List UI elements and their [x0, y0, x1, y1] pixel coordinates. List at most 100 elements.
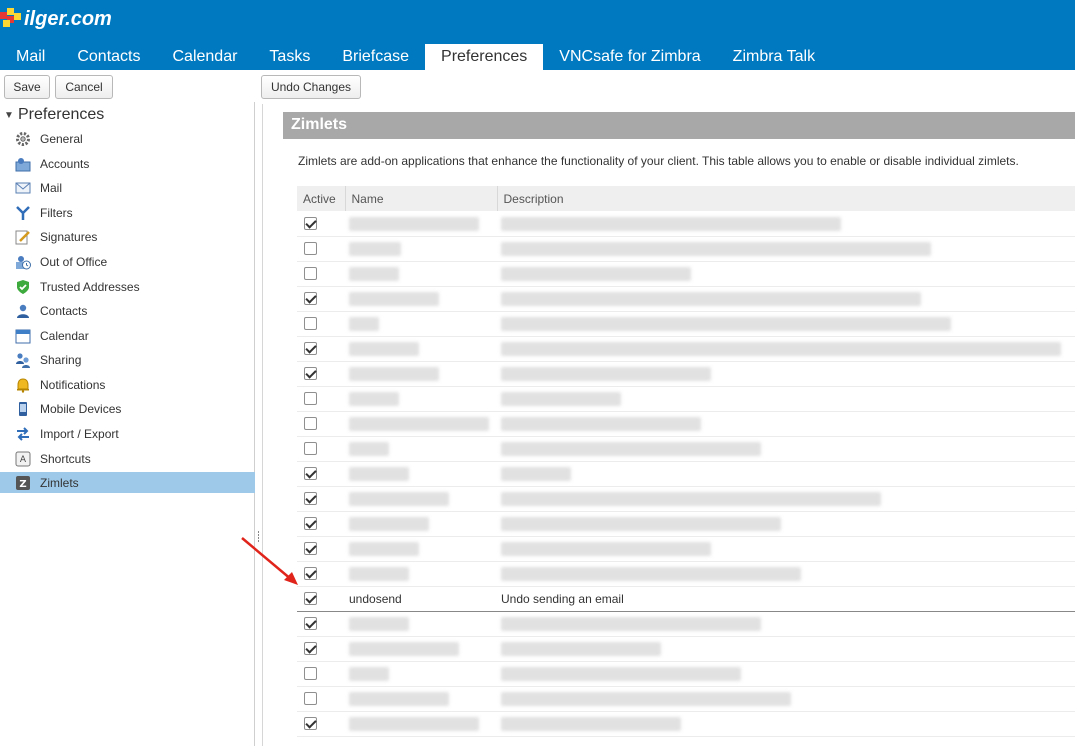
logo-mark-icon [0, 8, 22, 30]
table-row[interactable] [297, 561, 1075, 587]
sidebar-item-label: Trusted Addresses [40, 279, 140, 294]
sidebar-item-sharing[interactable]: Sharing [0, 349, 255, 370]
zimlet-description [497, 411, 1075, 437]
redacted-name [349, 491, 449, 506]
sidebar-item-mobile-devices[interactable]: Mobile Devices [0, 398, 255, 419]
active-checkbox[interactable] [304, 242, 317, 255]
tab-preferences[interactable]: Preferences [425, 44, 544, 70]
redacted-description [501, 291, 921, 306]
table-row[interactable] [297, 286, 1075, 312]
active-checkbox[interactable] [304, 642, 317, 655]
tab-briefcase[interactable]: Briefcase [326, 44, 425, 70]
zimlets-table-body: undosend Undo sending an email [297, 211, 1075, 737]
table-row[interactable] [297, 661, 1075, 687]
sidebar-item-accounts[interactable]: Accounts [0, 153, 255, 174]
table-row[interactable] [297, 261, 1075, 287]
sidebar-item-label: General [40, 131, 83, 146]
preferences-sidebar: ▼ Preferences General Accounts Mail Filt… [0, 102, 255, 746]
active-cell [297, 711, 345, 737]
active-checkbox[interactable] [304, 492, 317, 505]
main-toolbar: Undo Changes [255, 70, 1075, 104]
active-cell [297, 611, 345, 637]
active-checkbox[interactable] [304, 567, 317, 580]
sidebar-item-calendar[interactable]: Calendar [0, 325, 255, 346]
table-row[interactable] [297, 311, 1075, 337]
table-row[interactable] [297, 436, 1075, 462]
sidebar-item-notifications[interactable]: Notifications [0, 374, 255, 395]
tab-vncsafe[interactable]: VNCsafe for Zimbra [543, 44, 716, 70]
table-row[interactable] [297, 211, 1075, 237]
import-export-icon [15, 426, 31, 442]
redacted-description [501, 366, 711, 381]
active-checkbox[interactable] [304, 216, 317, 230]
sidebar-item-import-export[interactable]: Import / Export [0, 423, 255, 444]
sidebar-item-filters[interactable]: Filters [0, 202, 255, 223]
column-header-name[interactable]: Name [345, 186, 498, 211]
active-checkbox[interactable] [304, 542, 317, 555]
active-checkbox[interactable] [304, 692, 317, 705]
active-checkbox[interactable] [304, 467, 317, 480]
redacted-description [501, 666, 741, 681]
sidebar-item-shortcuts[interactable]: A Shortcuts [0, 448, 255, 469]
table-row[interactable] [297, 711, 1075, 737]
table-row[interactable] [297, 336, 1075, 362]
active-checkbox[interactable] [304, 292, 317, 305]
preferences-tree-header[interactable]: ▼ Preferences [0, 104, 104, 126]
undo-changes-button[interactable]: Undo Changes [261, 75, 361, 99]
redacted-name [349, 716, 479, 731]
zimlet-description [497, 636, 1075, 662]
zimlet-description [497, 511, 1075, 537]
sidebar-item-label: Mobile Devices [40, 401, 122, 416]
table-row[interactable] [297, 486, 1075, 512]
active-checkbox[interactable] [304, 667, 317, 680]
save-button[interactable]: Save [4, 75, 50, 99]
zimlet-description [497, 461, 1075, 487]
table-row[interactable] [297, 386, 1075, 412]
table-row[interactable] [297, 236, 1075, 262]
redacted-name [349, 691, 449, 706]
zimlet-icon: Z [15, 475, 31, 491]
active-checkbox[interactable] [304, 342, 317, 355]
table-row[interactable] [297, 636, 1075, 662]
table-row[interactable]: undosend Undo sending an email [297, 585, 1075, 612]
cancel-button[interactable]: Cancel [55, 75, 113, 99]
redacted-description [501, 266, 691, 281]
table-row[interactable] [297, 536, 1075, 562]
column-header-description[interactable]: Description [497, 186, 1075, 211]
active-checkbox[interactable] [304, 592, 317, 605]
active-checkbox[interactable] [304, 517, 317, 530]
active-checkbox[interactable] [304, 417, 317, 430]
column-header-active[interactable]: Active [297, 186, 346, 211]
sidebar-item-trusted-addresses[interactable]: Trusted Addresses [0, 276, 255, 297]
sidebar-item-label: Filters [40, 205, 73, 220]
tab-mail[interactable]: Mail [0, 44, 61, 70]
sidebar-item-out-of-office[interactable]: Out of Office [0, 251, 255, 272]
sidebar-item-contacts[interactable]: Contacts [0, 300, 255, 321]
table-row[interactable] [297, 411, 1075, 437]
tab-calendar[interactable]: Calendar [156, 44, 253, 70]
redacted-description [501, 341, 1061, 356]
sidebar-item-mail[interactable]: Mail [0, 177, 255, 198]
sidebar-item-signatures[interactable]: Signatures [0, 226, 255, 247]
sidebar-item-zimlets[interactable]: Z Zimlets [0, 472, 255, 493]
tab-contacts[interactable]: Contacts [61, 44, 156, 70]
active-checkbox[interactable] [304, 442, 317, 455]
table-row[interactable] [297, 686, 1075, 712]
collapse-caret-icon[interactable]: ▼ [0, 110, 18, 121]
active-checkbox[interactable] [304, 267, 317, 280]
table-row[interactable] [297, 461, 1075, 487]
active-checkbox[interactable] [304, 317, 317, 330]
active-cell [297, 411, 345, 437]
active-checkbox[interactable] [304, 392, 317, 405]
table-row[interactable] [297, 361, 1075, 387]
table-row[interactable] [297, 511, 1075, 537]
active-checkbox[interactable] [304, 717, 317, 730]
table-row[interactable] [297, 611, 1075, 637]
active-cell [297, 636, 345, 662]
tab-zimbra-talk[interactable]: Zimbra Talk [717, 44, 831, 70]
sidebar-item-label: Calendar [40, 328, 89, 343]
active-checkbox[interactable] [304, 367, 317, 380]
tab-tasks[interactable]: Tasks [253, 44, 326, 70]
sidebar-item-general[interactable]: General [0, 128, 255, 149]
active-checkbox[interactable] [304, 617, 317, 630]
